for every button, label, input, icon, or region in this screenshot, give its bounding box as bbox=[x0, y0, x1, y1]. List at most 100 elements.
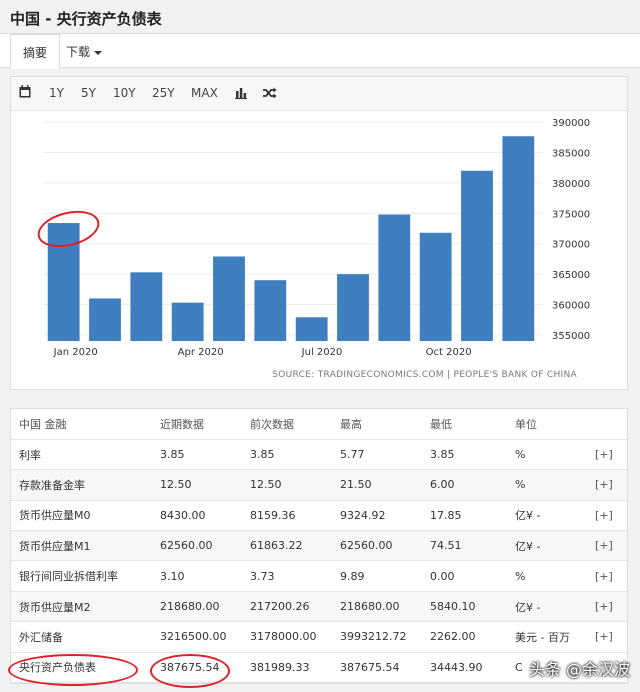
tab-summary[interactable]: 摘要 bbox=[10, 34, 61, 69]
col-header-unit: 单位 bbox=[507, 409, 587, 440]
tab-download[interactable]: 下载 bbox=[54, 34, 114, 68]
cell-lowest: 74.51 bbox=[422, 530, 507, 562]
cell-highest: 5.77 bbox=[332, 439, 422, 471]
x-tick-label: Oct 2020 bbox=[426, 347, 472, 358]
cell-lowest: 3.85 bbox=[422, 439, 507, 471]
cell-highest: 3993212.72 bbox=[332, 621, 422, 653]
table-row: 存款准备金率 12.50 12.50 21.50 6.00% [+] bbox=[11, 469, 627, 501]
cell-unit: 亿¥ - bbox=[507, 500, 587, 532]
x-tick-label: Jul 2020 bbox=[301, 347, 343, 358]
cell-highest: 21.50 bbox=[332, 469, 422, 501]
expand-button[interactable]: [+] bbox=[587, 621, 627, 653]
cell-previous: 61863.22 bbox=[242, 530, 332, 562]
cell-unit: % bbox=[507, 469, 587, 501]
cell-indicator[interactable]: 利率 bbox=[11, 439, 152, 471]
cell-lowest: 6.00 bbox=[422, 469, 507, 501]
col-header-highest: 最高 bbox=[332, 409, 422, 440]
table-row: 银行间同业拆借利率 3.10 3.73 9.89 0.00% [+] bbox=[11, 560, 627, 592]
cell-lowest: 34443.90 bbox=[422, 652, 507, 684]
table-row: 货币供应量M0 8430.00 8159.36 9324.92 17.85 亿¥ - [+] bbox=[11, 500, 627, 532]
col-header-action bbox=[587, 409, 627, 440]
shuffle-icon[interactable] bbox=[263, 87, 277, 102]
calendar-icon[interactable] bbox=[19, 85, 31, 101]
cell-lowest: 5840.10 bbox=[422, 591, 507, 623]
bar[interactable] bbox=[89, 298, 121, 341]
bar[interactable] bbox=[378, 214, 411, 341]
expand-button[interactable]: [+] bbox=[587, 530, 627, 562]
col-header-previous: 前次数据 bbox=[242, 409, 332, 440]
cell-latest: 12.50 bbox=[152, 469, 242, 501]
cell-unit: 亿¥ - bbox=[507, 530, 587, 562]
cell-latest: 8430.00 bbox=[152, 500, 242, 532]
cell-highest: 9.89 bbox=[332, 560, 422, 592]
cell-highest: 218680.00 bbox=[332, 591, 422, 623]
y-tick-label: 385000 bbox=[552, 149, 590, 160]
tab-summary-label: 摘要 bbox=[23, 46, 48, 60]
finance-table-panel: 中国 金融 近期数据 前次数据 最高 最低 单位 利率 3.85 3.85 5.77 3… bbox=[10, 408, 628, 685]
cell-indicator[interactable]: 货币供应量M0 bbox=[11, 500, 152, 532]
table-row: 外汇储备 3216500.00 3178000.00 3993212.72 2262.0… bbox=[11, 621, 627, 653]
bar[interactable] bbox=[213, 256, 245, 341]
range-1y-button[interactable]: 1Y bbox=[49, 86, 64, 100]
tab-download-label: 下载 bbox=[66, 45, 91, 59]
x-tick-label: Jan 2020 bbox=[53, 347, 98, 358]
finance-table: 中国 金融 近期数据 前次数据 最高 最低 单位 利率 3.85 3.85 5.77 3… bbox=[11, 409, 627, 684]
expand-button[interactable]: [+] bbox=[587, 469, 627, 501]
range-5y-button[interactable]: 5Y bbox=[81, 86, 96, 100]
cell-indicator[interactable]: 货币供应量M2 bbox=[11, 591, 152, 623]
cell-indicator[interactable]: 存款准备金率 bbox=[11, 469, 152, 501]
y-tick-label: 355000 bbox=[552, 331, 590, 342]
tab-bar: 摘要 下载 bbox=[0, 34, 640, 69]
bar[interactable] bbox=[502, 136, 535, 341]
chart-source: SOURCE: TRADINGECONOMICS.COM | PEOPLE'S … bbox=[272, 370, 577, 380]
y-tick-label: 380000 bbox=[552, 179, 590, 190]
bar[interactable] bbox=[461, 170, 493, 341]
page-title: 中国 - 央行资产负债表 bbox=[10, 10, 162, 28]
expand-button[interactable]: [+] bbox=[587, 439, 627, 471]
bar[interactable] bbox=[295, 317, 328, 341]
bar[interactable] bbox=[419, 232, 452, 341]
bar[interactable] bbox=[171, 302, 204, 341]
cell-previous: 12.50 bbox=[242, 469, 332, 501]
range-25y-button[interactable]: 25Y bbox=[152, 86, 175, 100]
cell-unit: % bbox=[507, 439, 587, 471]
cell-latest: 3.10 bbox=[152, 560, 242, 592]
cell-lowest: 2262.00 bbox=[422, 621, 507, 653]
x-tick-label: Apr 2020 bbox=[178, 347, 224, 358]
table-row: 利率 3.85 3.85 5.77 3.85% [+] bbox=[11, 439, 627, 471]
cell-unit: % bbox=[507, 560, 587, 592]
col-header-latest: 近期数据 bbox=[152, 409, 242, 440]
expand-button[interactable]: [+] bbox=[587, 500, 627, 532]
table-row: 货币供应量M2 218680.00 217200.26 218680.00 5840.1… bbox=[11, 591, 627, 623]
cell-latest: 62560.00 bbox=[152, 530, 242, 562]
bar[interactable] bbox=[337, 274, 369, 341]
table-row: 货币供应量M1 62560.00 61863.22 62560.00 74.51 亿¥ -… bbox=[11, 530, 627, 562]
y-tick-label: 365000 bbox=[552, 270, 590, 281]
chart-panel: 1Y 5Y 10Y 25Y MAX 355000 360000 365000 3700… bbox=[10, 76, 628, 390]
cell-latest: 387675.54 bbox=[152, 652, 242, 684]
caret-down-icon bbox=[94, 50, 103, 55]
cell-latest: 3.85 bbox=[152, 439, 242, 471]
expand-button[interactable]: [+] bbox=[587, 591, 627, 623]
bar-chart-icon[interactable] bbox=[235, 87, 247, 102]
y-tick-label: 375000 bbox=[552, 209, 590, 220]
bar[interactable] bbox=[47, 223, 80, 341]
bar-chart: 355000 360000 365000 370000 375000 380000 3850… bbox=[43, 118, 590, 358]
range-max-button[interactable]: MAX bbox=[191, 86, 218, 100]
y-tick-label: 370000 bbox=[552, 240, 590, 251]
cell-indicator[interactable]: 银行间同业拆借利率 bbox=[11, 560, 152, 592]
cell-lowest: 0.00 bbox=[422, 560, 507, 592]
col-header-lowest: 最低 bbox=[422, 409, 507, 440]
cell-indicator[interactable]: 外汇储备 bbox=[11, 621, 152, 653]
bar[interactable] bbox=[254, 280, 287, 341]
y-tick-label: 360000 bbox=[552, 301, 590, 312]
cell-indicator[interactable]: 央行资产负债表 bbox=[11, 652, 152, 684]
col-header-indicator: 中国 金融 bbox=[11, 409, 152, 440]
bar[interactable] bbox=[130, 272, 163, 341]
cell-highest: 9324.92 bbox=[332, 500, 422, 532]
chart-toolbar: 1Y 5Y 10Y 25Y MAX bbox=[11, 77, 627, 111]
cell-unit: 亿¥ - bbox=[507, 591, 587, 623]
cell-indicator[interactable]: 货币供应量M1 bbox=[11, 530, 152, 562]
range-10y-button[interactable]: 10Y bbox=[113, 86, 136, 100]
expand-button[interactable]: [+] bbox=[587, 560, 627, 592]
